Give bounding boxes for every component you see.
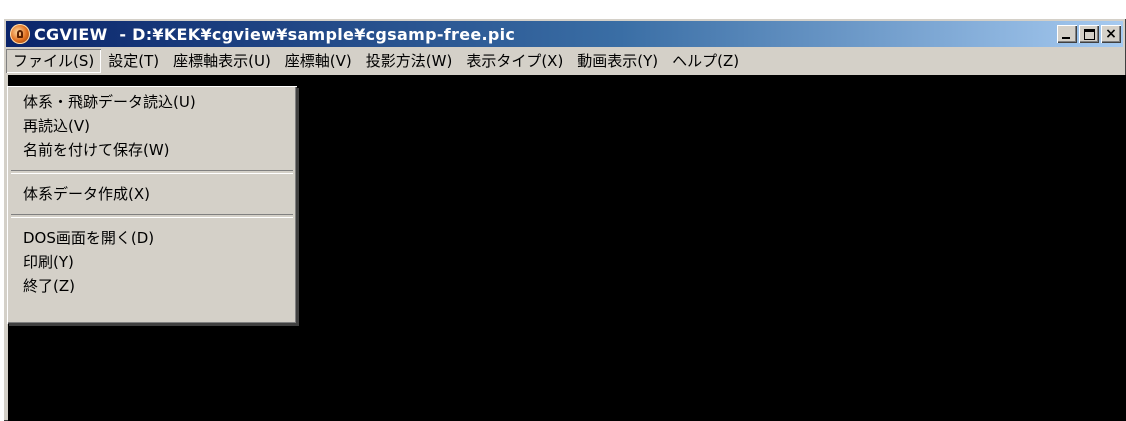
menu-settings[interactable]: 設定(T) bbox=[101, 49, 166, 73]
window-title: CGVIEW - D:¥KEK¥cgview¥sample¥cgsamp-fre… bbox=[34, 24, 516, 44]
menu-item-create-geometry[interactable]: 体系データ作成(X) bbox=[7, 182, 297, 206]
menu-separator bbox=[11, 214, 293, 218]
close-icon: × bbox=[1105, 26, 1117, 42]
caption-buttons: × bbox=[1055, 25, 1121, 43]
menu-animation[interactable]: 動画表示(Y) bbox=[570, 49, 665, 73]
title-bar[interactable]: CGVIEW - D:¥KEK¥cgview¥sample¥cgsamp-fre… bbox=[6, 21, 1123, 47]
menu-file[interactable]: ファイル(S) bbox=[6, 49, 101, 73]
menu-item-print[interactable]: 印刷(Y) bbox=[7, 250, 297, 274]
minimize-button[interactable] bbox=[1057, 25, 1077, 43]
menu-axis[interactable]: 座標軸(V) bbox=[278, 49, 359, 73]
maximize-button[interactable] bbox=[1079, 25, 1099, 43]
menu-bar: ファイル(S) 設定(T) 座標軸表示(U) 座標軸(V) 投影方法(W) 表示… bbox=[6, 49, 1123, 73]
menu-item-exit[interactable]: 終了(Z) bbox=[7, 274, 297, 298]
menu-item-load-data[interactable]: 体系・飛跡データ読込(U) bbox=[7, 90, 297, 114]
menu-item-open-dos[interactable]: DOS画面を開く(D) bbox=[7, 226, 297, 250]
menu-item-save-as[interactable]: 名前を付けて保存(W) bbox=[7, 138, 297, 162]
menu-axis-display[interactable]: 座標軸表示(U) bbox=[166, 49, 278, 73]
minimize-icon bbox=[1062, 37, 1070, 39]
menu-separator bbox=[11, 170, 293, 174]
app-icon[interactable] bbox=[10, 24, 30, 44]
close-button[interactable]: × bbox=[1101, 25, 1121, 43]
menu-projection[interactable]: 投影方法(W) bbox=[359, 49, 460, 73]
menu-item-reload[interactable]: 再読込(V) bbox=[7, 114, 297, 138]
maximize-icon bbox=[1083, 28, 1095, 40]
menu-help[interactable]: ヘルプ(Z) bbox=[665, 49, 746, 73]
menu-display-type[interactable]: 表示タイプ(X) bbox=[459, 49, 570, 73]
file-dropdown-menu: 体系・飛跡データ読込(U) 再読込(V) 名前を付けて保存(W) 体系データ作成… bbox=[7, 86, 297, 324]
